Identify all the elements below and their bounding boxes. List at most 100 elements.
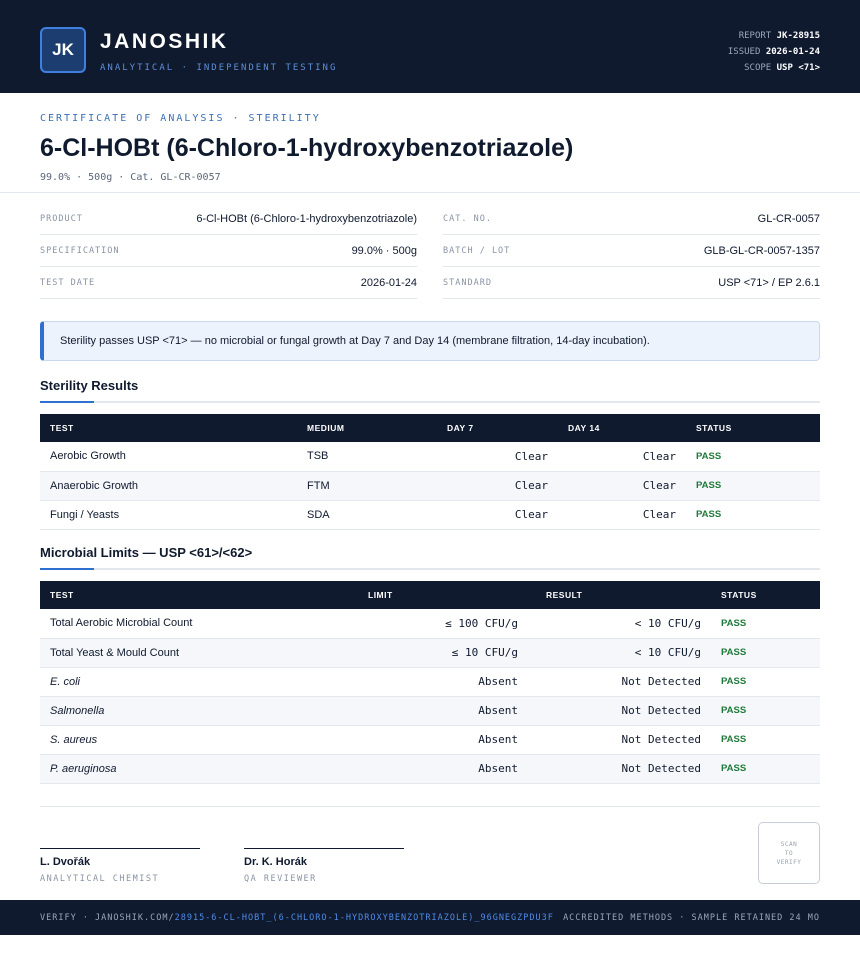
result: Not Detected [621,762,701,775]
signatory-name: Dr. K. Horák [244,856,307,868]
product-info-right: CAT. NO. GL-CR-0057 BATCH / LOT GLB-GL-C… [443,203,820,299]
scope-row: SCOPE USP <71> [744,63,820,73]
product-info-left: PRODUCT 6-Cl-HOBt (6-Chloro-1-hydroxyben… [40,203,417,299]
medium: SDA [307,508,330,521]
status-badge: PASS [696,509,722,520]
info-row-product: PRODUCT 6-Cl-HOBt (6-Chloro-1-hydroxyben… [40,203,417,235]
document-kicker: CERTIFICATE OF ANALYSIS · STERILITY [40,113,321,124]
status-badge: PASS [721,676,747,687]
day14-result: Clear [642,449,676,463]
result: < 10 CFU/g [634,616,701,630]
status-badge: PASS [721,617,747,629]
report-id: JK-28915 [776,31,820,41]
report-id-row: REPORT JK-28915 [738,31,820,41]
report-header: JK JANOSHIK ANALYTICAL · INDEPENDENT TES… [0,0,860,93]
limit: Absent [478,675,518,688]
column-header: MEDIUM [307,423,345,433]
table-row: Fungi / Yeasts SDA Clear Clear PASS [40,500,820,529]
column-header: DAY 14 [568,423,600,433]
column-header: TEST [50,590,74,600]
info-row-cat-no: CAT. NO. GL-CR-0057 [443,203,820,235]
test-name: Anaerobic Growth [50,479,139,492]
status-badge: PASS [696,450,722,462]
status-badge: PASS [721,734,747,745]
section-title: Sterility Results [40,378,139,393]
medium: TSB [307,450,329,463]
logo-badge: JK [40,27,86,73]
sterility-section-heading: Sterility Results [40,378,820,403]
sterility-table: TEST MEDIUM DAY 7 DAY 14 STATUS Aerobic … [40,414,820,530]
day7-result: Clear [514,449,548,463]
info-row-standard: STANDARD USP <71> / EP 2.6.1 [443,267,820,299]
signature-block-chemist: L. Dvořák ANALYTICAL CHEMIST [40,848,200,884]
table-header-row: TEST LIMIT RESULT STATUS [40,581,820,609]
info-row-batch-lot: BATCH / LOT GLB-GL-CR-0057-1357 [443,235,820,267]
result: Not Detected [621,675,701,688]
table-row: E. coli Absent Not Detected PASS [40,667,820,696]
footer-note: ACCREDITED METHODS · SAMPLE RETAINED 24 … [563,912,820,923]
brand-name: JANOSHIK [100,30,229,53]
test-name: E. coli [50,675,80,688]
column-header: LIMIT [368,590,393,600]
section-underline [40,568,820,570]
divider [0,192,860,193]
issued-row: ISSUED 2026-01-24 [727,47,820,57]
scope-value: USP <71> [776,63,820,73]
microbial-limits-table: TEST LIMIT RESULT STATUS Total Aerobic M… [40,581,820,784]
scan-to-verify-qr[interactable]: SCAN TO VERIFY [758,822,820,884]
info-row-test-date: TEST DATE 2026-01-24 [40,267,417,299]
status-badge: PASS [721,763,747,774]
table-row: Salmonella Absent Not Detected PASS [40,696,820,725]
day7-result: Clear [514,479,548,492]
limit: Absent [478,762,518,775]
signatory-role: QA REVIEWER [244,874,317,884]
limit: ≤ 10 CFU/g [451,646,518,659]
day14-result: Clear [642,508,676,521]
signatory-name: L. Dvořák [40,856,91,868]
limit: Absent [478,704,518,717]
divider [40,806,820,807]
test-name: Aerobic Growth [50,450,126,463]
test-name: P. aeruginosa [50,762,117,775]
limit: ≤ 100 CFU/g [445,616,518,630]
report-meta: REPORT JK-28915 ISSUED 2026-01-24 SCOPE … [728,28,820,76]
medium: FTM [307,479,330,492]
table-row: Anaerobic Growth FTM Clear Clear PASS [40,471,820,500]
result: < 10 CFU/g [634,646,701,659]
report-footer: VERIFY · JANOSHIK.COM/28915-6-CL-HOBT_(6… [0,900,860,935]
section-underline [40,401,820,403]
status-badge: PASS [721,647,747,658]
test-name: Fungi / Yeasts [50,508,120,521]
column-header: STATUS [696,423,732,433]
section-title: Microbial Limits — USP <61>/<62> [40,545,253,560]
microbial-section-heading: Microbial Limits — USP <61>/<62> [40,545,820,570]
column-header: STATUS [721,590,757,600]
table-row: Total Aerobic Microbial Count ≤ 100 CFU/… [40,609,820,638]
test-name: S. aureus [50,733,98,746]
issued-date: 2026-01-24 [765,47,820,57]
test-name: Total Aerobic Microbial Count [50,617,193,630]
test-name: Salmonella [50,704,105,717]
status-badge: PASS [696,480,722,491]
result: Not Detected [621,704,701,717]
test-name: Total Yeast & Mould Count [50,646,180,659]
day14-result: Clear [642,479,676,492]
table-row: P. aeruginosa Absent Not Detected PASS [40,754,820,783]
status-badge: PASS [721,705,747,716]
result: Not Detected [621,733,701,746]
verify-link[interactable]: VERIFY · JANOSHIK.COM/28915-6-CL-HOBT_(6… [40,913,554,923]
page-title: 6-Cl-HOBt (6-Chloro-1-hydroxybenzotriazo… [40,134,574,162]
column-header: RESULT [546,590,583,600]
table-row: Aerobic Growth TSB Clear Clear PASS [40,442,820,471]
info-row-specification: SPECIFICATION 99.0% · 500g [40,235,417,267]
limit: Absent [478,733,518,746]
product-subline: 99.0% · 500g · Cat. GL-CR-0057 [40,172,221,183]
table-header-row: TEST MEDIUM DAY 7 DAY 14 STATUS [40,414,820,442]
column-header: TEST [50,423,74,433]
day7-result: Clear [514,508,548,521]
signatory-role: ANALYTICAL CHEMIST [40,874,160,884]
brand-tagline: ANALYTICAL · INDEPENDENT TESTING [100,63,338,73]
table-row: Total Yeast & Mould Count ≤ 10 CFU/g < 1… [40,638,820,667]
table-row: S. aureus Absent Not Detected PASS [40,725,820,754]
verify-path: 28915-6-CL-HOBT_(6-CHLORO-1-HYDROXYBENZO… [174,912,554,923]
